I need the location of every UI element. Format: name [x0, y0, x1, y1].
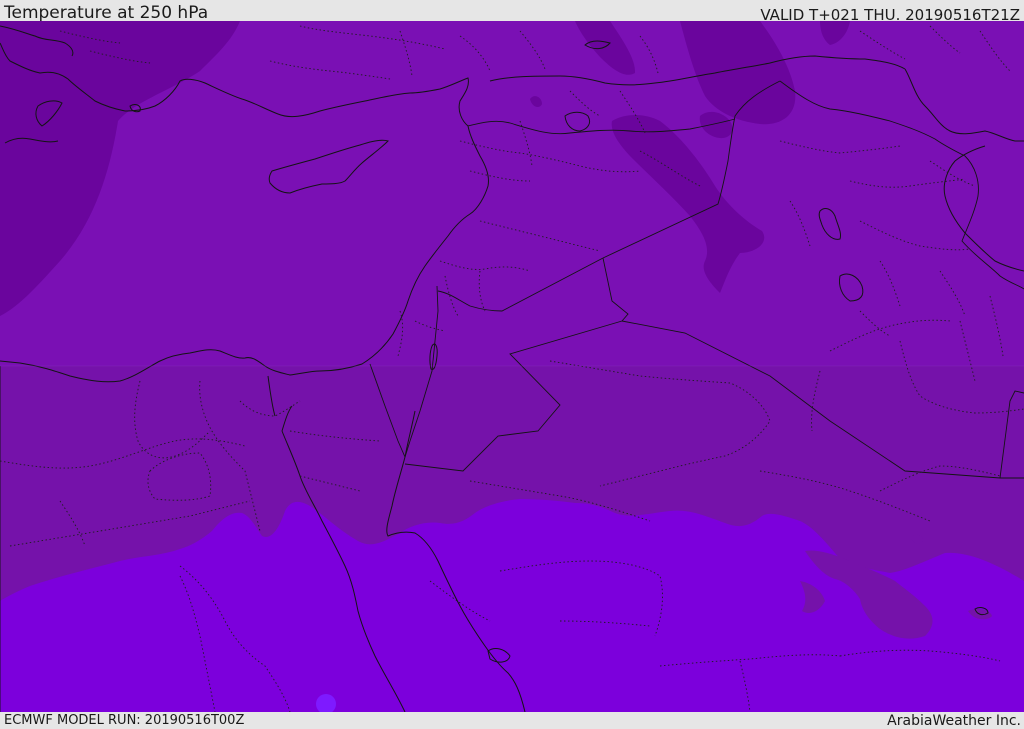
map-svg	[0, 21, 1024, 712]
credit-label: ArabiaWeather Inc.	[887, 713, 1021, 729]
weather-map-page: Temperature at 250 hPa VALID T+021 THU. …	[0, 0, 1024, 729]
footer-bar: ECMWF MODEL RUN: 20190516T00Z ArabiaWeat…	[0, 712, 1024, 729]
header-bar: Temperature at 250 hPa VALID T+021 THU. …	[0, 0, 1024, 24]
map-area[interactable]	[0, 21, 1024, 712]
model-run-label: ECMWF MODEL RUN: 20190516T00Z	[4, 713, 245, 728]
map-title: Temperature at 250 hPa	[4, 3, 209, 23]
